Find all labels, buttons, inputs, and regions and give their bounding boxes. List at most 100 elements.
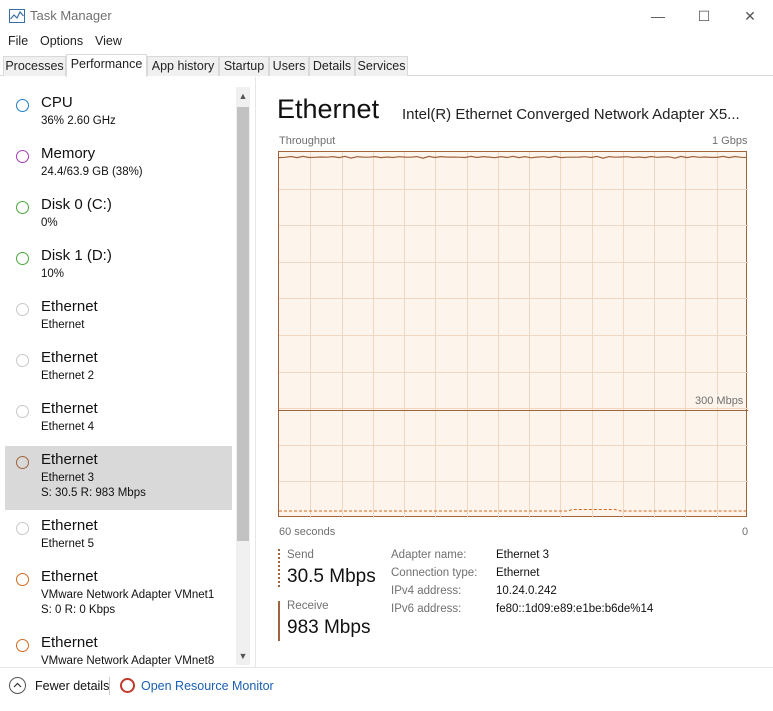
sidebar-item[interactable]: Ethernet VMware Network Adapter VMnet8 (5, 629, 232, 667)
menu-view[interactable]: View (95, 34, 122, 48)
adapter-title: Intel(R) Ethernet Converged Network Adap… (402, 106, 740, 123)
receive-value: 983 Mbps (287, 617, 371, 638)
sidebar-item[interactable]: Memory 24.4/63.9 GB (38%) (5, 140, 232, 190)
send-stat: Send 30.5 Mbps (287, 549, 376, 588)
sidebar-item-title: Disk 1 (D:) (41, 247, 112, 264)
title-bar: Task Manager — ☐ ✕ (0, 0, 773, 32)
receive-stat: Receive 983 Mbps (287, 600, 370, 639)
tab-startup[interactable]: Startup (219, 56, 269, 76)
task-manager-icon (9, 9, 25, 23)
tab-services[interactable]: Services (355, 56, 408, 76)
send-value: 30.5 Mbps (287, 566, 376, 587)
sidebar-item-title: Ethernet (41, 349, 98, 366)
sidebar-scrollbar[interactable]: ▲ ▼ (236, 87, 250, 665)
tab-app-history[interactable]: App history (147, 56, 219, 76)
send-indicator (278, 549, 280, 587)
tab-details[interactable]: Details (309, 56, 355, 76)
sidebar-item-subtitle: Ethernet 5 (41, 538, 95, 550)
status-circle-icon (16, 252, 29, 265)
info-key: Connection type: (391, 567, 478, 579)
sidebar-item-subtitle: VMware Network Adapter VMnet1 (41, 589, 215, 601)
sidebar-item-subtitle: 0% (41, 217, 58, 229)
status-circle-icon (16, 456, 29, 469)
minimize-button[interactable]: — (635, 0, 681, 32)
tab-users[interactable]: Users (269, 56, 309, 76)
scroll-thumb[interactable] (237, 107, 249, 541)
max-scale-label: 1 Gbps (712, 135, 748, 147)
receive-indicator (278, 601, 280, 641)
menu-options[interactable]: Options (40, 34, 83, 48)
sidebar-item[interactable]: Ethernet Ethernet 3 S: 30.5 R: 983 Mbps (5, 446, 232, 510)
tab-processes[interactable]: Processes (3, 56, 66, 76)
maximize-button[interactable]: ☐ (681, 0, 727, 32)
sidebar-item[interactable]: Ethernet VMware Network Adapter VMnet1 S: … (5, 563, 232, 623)
send-label: Send (287, 549, 314, 561)
status-circle-icon (16, 354, 29, 367)
status-circle-icon (16, 201, 29, 214)
x-axis-left-label: 60 seconds (279, 526, 336, 538)
info-key: IPv4 address: (391, 585, 462, 597)
info-value: 10.24.0.242 (496, 585, 557, 597)
sidebar-item-subtitle: VMware Network Adapter VMnet8 (41, 655, 215, 667)
sidebar-item[interactable]: Ethernet Ethernet 2 (5, 344, 232, 394)
sidebar-item-rate: S: 30.5 R: 983 Mbps (41, 487, 146, 499)
sidebar-item-subtitle: 10% (41, 268, 65, 280)
sidebar: CPU 36% 2.60 GHz Memory 24.4/63.9 GB (38%) D… (0, 77, 256, 667)
info-key: Adapter name: (391, 549, 467, 561)
info-value: Ethernet (496, 567, 540, 579)
status-circle-icon (16, 99, 29, 112)
status-circle-icon (16, 303, 29, 316)
window-title: Task Manager (30, 8, 112, 23)
menu-bar: File Options View (0, 32, 773, 52)
scroll-up-arrow-icon[interactable]: ▲ (236, 89, 250, 103)
sidebar-item[interactable]: Ethernet Ethernet 4 (5, 395, 232, 445)
sidebar-item-subtitle: Ethernet 3 (41, 472, 95, 484)
status-circle-icon (16, 573, 29, 586)
sidebar-item[interactable]: Disk 0 (C:) 0% (5, 191, 232, 241)
sidebar-item-title: CPU (41, 94, 73, 111)
sidebar-item-title: Ethernet (41, 517, 98, 534)
tab-bar: Processes Performance App history Startu… (0, 54, 773, 77)
info-value: fe80::1d09:e89:e1be:b6de%14 (496, 603, 654, 615)
mid-scale-label: 300 Mbps (693, 395, 746, 407)
sidebar-item-title: Memory (41, 145, 96, 162)
footer: Fewer details Open Resource Monitor (0, 667, 773, 711)
sidebar-item-title: Disk 0 (C:) (41, 196, 112, 213)
sidebar-item-title: Ethernet (41, 568, 98, 585)
sidebar-item[interactable]: Disk 1 (D:) 10% (5, 242, 232, 292)
info-key: IPv6 address: (391, 603, 462, 615)
sidebar-item-subtitle: 24.4/63.9 GB (38%) (41, 166, 143, 178)
throughput-graph (278, 151, 748, 518)
sidebar-item[interactable]: Ethernet Ethernet 5 (5, 512, 232, 562)
throughput-label: Throughput (279, 135, 336, 147)
sidebar-item-subtitle: Ethernet (41, 319, 85, 331)
open-resource-monitor-link[interactable]: Open Resource Monitor (141, 679, 274, 693)
fewer-details-button[interactable]: Fewer details (35, 679, 109, 693)
sidebar-item-title: Ethernet (41, 634, 98, 651)
performance-detail: Ethernet Intel(R) Ethernet Converged Net… (257, 77, 773, 667)
sidebar-item[interactable]: CPU 36% 2.60 GHz (5, 89, 232, 139)
chevron-up-circle-icon[interactable] (9, 677, 26, 694)
sidebar-item-title: Ethernet (41, 451, 98, 468)
sidebar-item-subtitle: 36% 2.60 GHz (41, 115, 116, 127)
sidebar-item[interactable]: Ethernet Ethernet (5, 293, 232, 343)
throughput-graph-svg (279, 152, 748, 518)
x-axis-right-label: 0 (742, 526, 749, 538)
scroll-down-arrow-icon[interactable]: ▼ (236, 649, 250, 663)
sidebar-item-rate: S: 0 R: 0 Kbps (41, 604, 116, 616)
tab-performance[interactable]: Performance (66, 54, 147, 77)
close-button[interactable]: ✕ (727, 0, 773, 32)
status-circle-icon (16, 639, 29, 652)
sidebar-item-subtitle: Ethernet 4 (41, 421, 95, 433)
menu-file[interactable]: File (8, 34, 28, 48)
info-value: Ethernet 3 (496, 549, 550, 561)
footer-divider (109, 677, 110, 695)
resource-monitor-icon[interactable] (120, 678, 135, 693)
status-circle-icon (16, 405, 29, 418)
sidebar-item-title: Ethernet (41, 298, 98, 315)
receive-series-line (279, 155, 748, 159)
status-circle-icon (16, 522, 29, 535)
send-series-line (279, 509, 747, 512)
page-title: Ethernet (277, 94, 380, 124)
receive-label: Receive (287, 600, 329, 612)
